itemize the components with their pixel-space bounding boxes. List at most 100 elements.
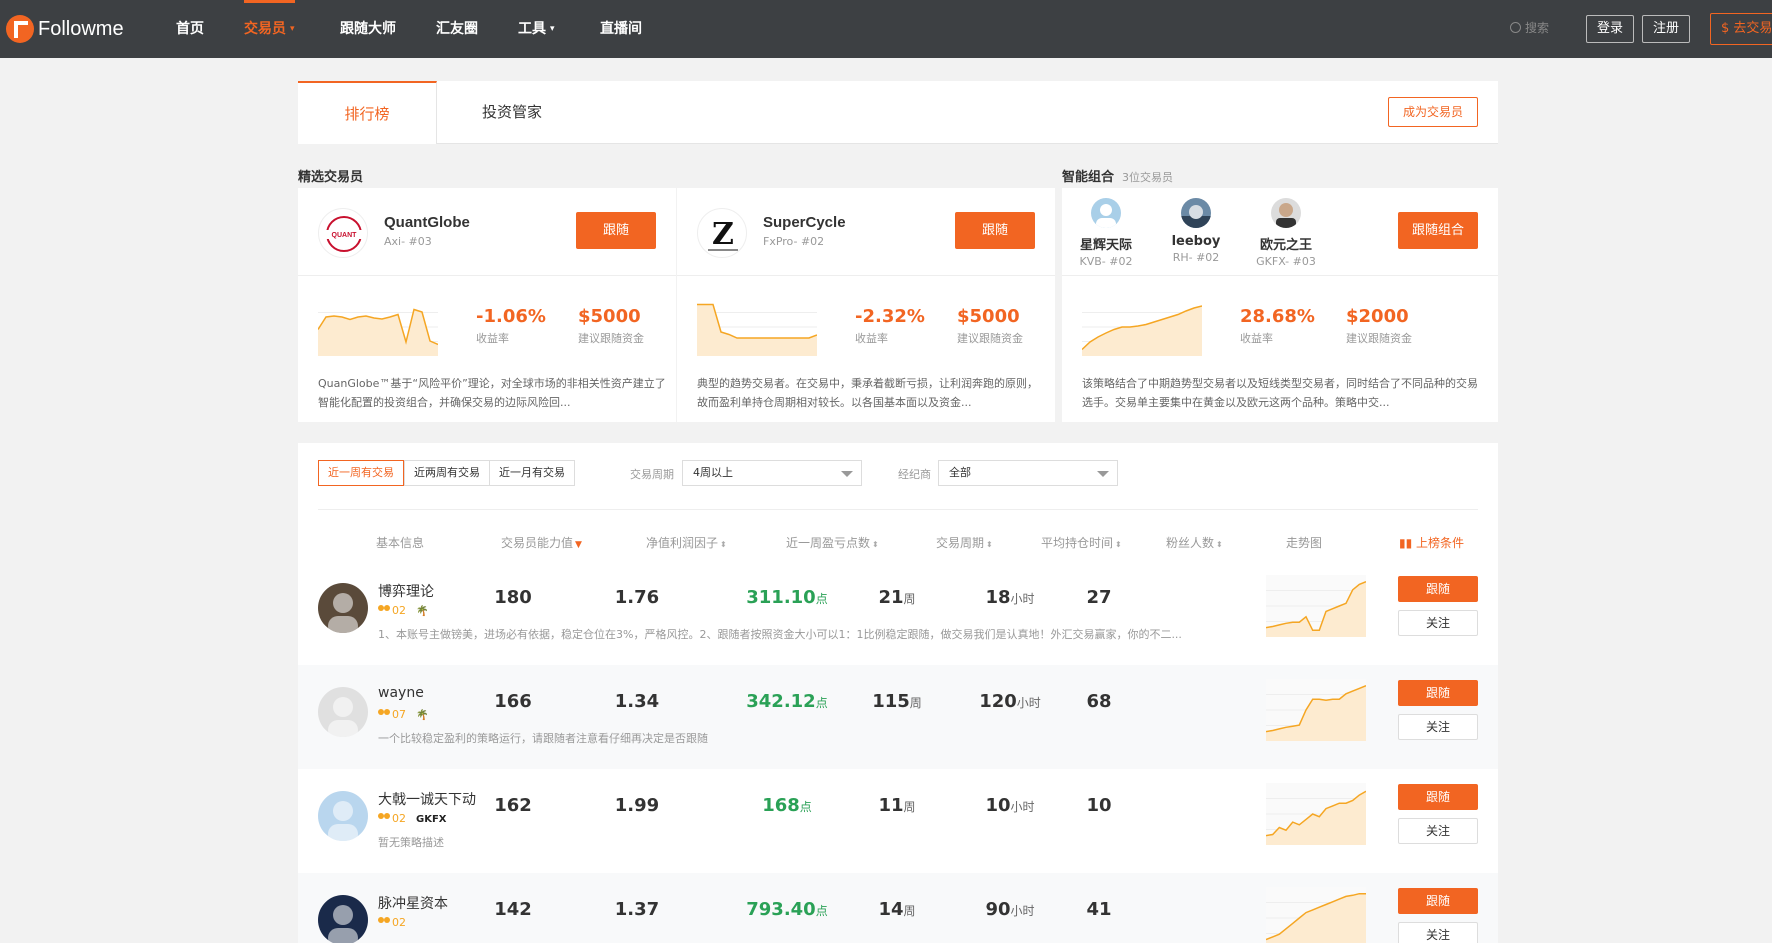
ranking-conditions-link[interactable]: ▮▮ 上榜条件: [1399, 534, 1464, 551]
featured-title: 精选交易员: [298, 170, 364, 185]
table-row[interactable]: wayne 07 🌴 一个比较稳定盈利的策略运行，请跟随者注意看仔细再决定是否跟随 16…: [298, 665, 1498, 769]
col-period[interactable]: 交易周期 ⬍: [936, 534, 993, 551]
combo-member[interactable]: leeboy RH- #02: [1161, 198, 1231, 264]
watch-button[interactable]: 关注: [1398, 818, 1478, 844]
users-icon: [378, 605, 392, 615]
filter-one-month[interactable]: 近一月有交易: [489, 461, 574, 485]
trader-name[interactable]: 脉冲星资本: [378, 893, 448, 913]
register-button[interactable]: 注册: [1642, 15, 1690, 43]
week-points: 311.10点: [746, 587, 828, 608]
sort-icon: ⬍: [986, 540, 993, 549]
trader-name[interactable]: 博弈理论: [378, 581, 434, 601]
combo-member[interactable]: 星辉天际 KVB- #02: [1071, 198, 1141, 268]
watch-button[interactable]: 关注: [1398, 714, 1478, 740]
table-row[interactable]: 博弈理论 02 🌴 1、本账号主做镑美，进场必有依据，稳定仓位在3%，严格风控。2、跟…: [298, 561, 1498, 665]
svg-text:QUANT: QUANT: [332, 232, 358, 239]
week-points: 342.12点: [746, 691, 828, 712]
followme-logo[interactable]: Followme: [6, 12, 124, 46]
chevron-down-icon: ▾: [290, 24, 295, 34]
smart-combo-card[interactable]: 星辉天际 KVB- #02 leeboy RH- #02 欧元之王 GKFX- …: [1062, 188, 1498, 422]
trader-description: 暂无策略描述: [378, 836, 444, 849]
nav-home[interactable]: 首页: [176, 0, 204, 58]
table-row[interactable]: 大戟一诚天下动 02 GKFX 暂无策略描述 162 1.99 168点 11周 10小时 10 跟…: [298, 769, 1498, 873]
featured-card[interactable]: QUANT QuantGlobe Axi- #03 跟随 -1.06% 收益率 …: [298, 188, 676, 422]
top-navigation: Followme 首页 交易员 ▾ 跟随大师 汇友圈 工具 ▾ 直播间 搜索 登录 …: [0, 0, 1772, 58]
bar-chart-icon: ▮▮: [1399, 536, 1417, 550]
tab-ranking[interactable]: 排行榜: [298, 81, 437, 144]
suggested-fund-label: 建议跟随资金: [578, 332, 644, 345]
return-label: 收益率: [1240, 332, 1273, 345]
chevron-down-icon: [841, 471, 853, 477]
avatar[interactable]: [318, 583, 368, 633]
nav-tools[interactable]: 工具 ▾: [518, 0, 555, 58]
col-ability[interactable]: 交易员能力值 ▼: [501, 534, 582, 551]
nav-traders[interactable]: 交易员 ▾: [244, 0, 295, 58]
avatar[interactable]: [318, 895, 368, 943]
col-fans[interactable]: 粉丝人数 ⬍: [1166, 534, 1223, 551]
suggested-fund-label: 建议跟随资金: [957, 332, 1023, 345]
trend-sparkline: [1266, 887, 1366, 943]
col-avg-hold[interactable]: 平均持仓时间 ⬍: [1041, 534, 1122, 551]
sort-icon: ⬍: [1115, 540, 1122, 549]
avg-hold-time: 10小时: [985, 795, 1035, 816]
tab-investment-manager[interactable]: 投资管家: [437, 81, 587, 144]
nav-follow-master[interactable]: 跟随大师: [340, 0, 396, 58]
follow-button[interactable]: 跟随: [1398, 576, 1478, 602]
supercycle-logo: Z: [708, 217, 738, 252]
follow-combo-button[interactable]: 跟随组合: [1398, 212, 1478, 249]
follow-button[interactable]: 跟随: [576, 212, 656, 249]
table-row[interactable]: 脉冲星资本 02 142 1.37 793.40点 14周 90小时 41 跟随 关注: [298, 873, 1498, 943]
period-select[interactable]: 4周以上: [682, 460, 862, 486]
nav-community[interactable]: 汇友圈: [436, 0, 478, 58]
fans-count: 41: [1086, 899, 1112, 920]
nav-live[interactable]: 直播间: [600, 0, 642, 58]
avatar: QUANT: [318, 208, 368, 258]
search-icon: [1510, 22, 1521, 33]
return-rate: -2.32%: [855, 306, 925, 327]
filter-one-week[interactable]: 近一周有交易: [318, 460, 404, 486]
broker-logo: 🌴: [416, 606, 429, 617]
trend-sparkline: [697, 303, 817, 356]
watch-button[interactable]: 关注: [1398, 922, 1478, 943]
trader-description: 典型的趋势交易者。在交易中，秉承着截断亏损，让利润奔跑的原则，故而盈利单持仓周期…: [697, 377, 1038, 409]
trader-name[interactable]: QuantGlobe: [384, 214, 470, 231]
follow-button[interactable]: 跟随: [955, 212, 1035, 249]
watch-button[interactable]: 关注: [1398, 610, 1478, 636]
trend-sparkline: [1266, 679, 1366, 741]
col-week-points[interactable]: 近一周盈亏点数 ⬍: [786, 534, 879, 551]
member-broker: RH- #02: [1172, 251, 1220, 264]
broker-logo: 🌴: [416, 710, 429, 721]
return-label: 收益率: [855, 332, 888, 345]
avatar: [1091, 198, 1121, 228]
combo-member[interactable]: 欧元之王 GKFX- #03: [1251, 198, 1321, 268]
follow-button[interactable]: 跟随: [1398, 680, 1478, 706]
trader-name[interactable]: 大戟一诚天下动: [378, 789, 476, 809]
trader-name[interactable]: SuperCycle: [763, 214, 846, 231]
profit-factor: 1.34: [614, 691, 660, 712]
search-box[interactable]: 搜索: [1510, 19, 1549, 36]
avatar[interactable]: [318, 791, 368, 841]
trading-period: 11周: [878, 795, 916, 816]
login-button[interactable]: 登录: [1586, 15, 1634, 43]
trend-sparkline: [1266, 783, 1366, 845]
trader-level: 02 🌴: [378, 604, 428, 617]
suggested-fund-label: 建议跟随资金: [1346, 332, 1412, 345]
avatar[interactable]: [318, 687, 368, 737]
follow-button[interactable]: 跟随: [1398, 784, 1478, 810]
avg-hold-time: 120小时: [979, 691, 1041, 712]
broker-filter-label: 经纪商: [898, 468, 931, 481]
period-filter-label: 交易周期: [630, 468, 674, 481]
follow-button[interactable]: 跟随: [1398, 888, 1478, 914]
sort-icon: ⬍: [720, 540, 727, 549]
profit-factor: 1.76: [614, 587, 660, 608]
filter-two-weeks[interactable]: 近两周有交易: [404, 461, 489, 485]
return-rate: -1.06%: [476, 306, 546, 327]
become-trader-button[interactable]: 成为交易员: [1388, 97, 1478, 127]
featured-card[interactable]: Z SuperCycle FxPro- #02 跟随 -2.32% 收益率 $5…: [677, 188, 1055, 422]
trader-name[interactable]: wayne: [378, 685, 424, 701]
sort-icon: ⬍: [872, 540, 879, 549]
go-trade-button[interactable]: $ 去交易: [1710, 13, 1772, 45]
col-profit-factor[interactable]: 净值利润因子 ⬍: [646, 534, 727, 551]
broker-select[interactable]: 全部: [938, 460, 1118, 486]
trading-period: 21周: [878, 587, 916, 608]
